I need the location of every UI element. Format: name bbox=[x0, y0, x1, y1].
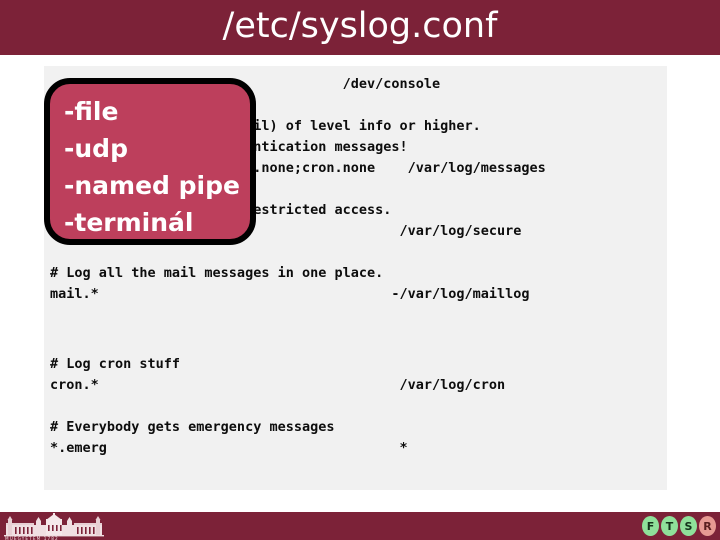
footer-navigation-buttons[interactable]: F T S R bbox=[642, 514, 716, 538]
nav-button-prev[interactable]: T bbox=[661, 516, 678, 536]
config-line: # Log all the mail messages in one place… bbox=[50, 265, 384, 281]
config-line: mail.* -/var/log/maillog bbox=[50, 286, 530, 302]
callout-item: -file bbox=[64, 97, 119, 126]
config-line: cron.* /var/log/cron bbox=[50, 377, 506, 393]
nav-button-next[interactable]: S bbox=[680, 516, 697, 536]
nav-button-first[interactable]: F bbox=[642, 516, 659, 536]
nav-button-last[interactable]: R bbox=[699, 516, 716, 536]
page-title: /etc/syslog.conf bbox=[222, 6, 498, 46]
institution-building-logo: MŰEGYETEM 1782 bbox=[4, 513, 104, 540]
config-line: # Everybody gets emergency messages bbox=[50, 419, 335, 435]
callout-item: -udp bbox=[64, 134, 128, 163]
callout-item: -terminál bbox=[64, 208, 194, 237]
slide-footer-bar: MŰEGYETEM 1782 F T S R bbox=[0, 512, 720, 540]
config-line: # Log cron stuff bbox=[50, 356, 181, 372]
callout-box-output-targets: -file -udp -named pipe -terminál bbox=[44, 78, 256, 245]
svg-text:MŰEGYETEM 1782: MŰEGYETEM 1782 bbox=[5, 536, 59, 540]
config-line: *.emerg * bbox=[50, 440, 408, 456]
callout-item: -named pipe bbox=[64, 171, 240, 200]
